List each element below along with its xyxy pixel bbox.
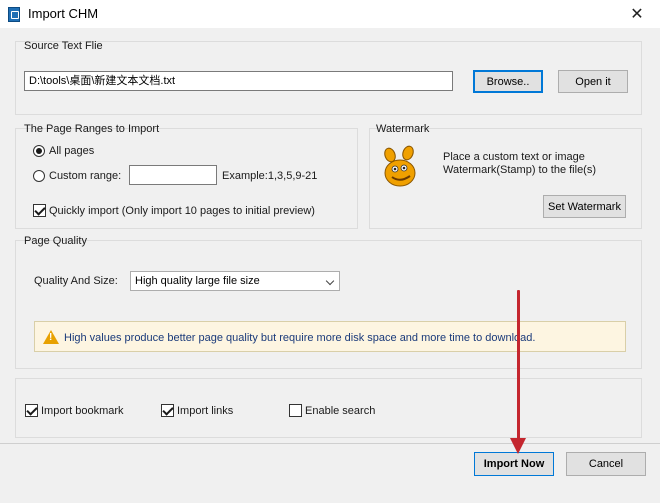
- browse-button[interactable]: Browse..: [473, 70, 543, 93]
- watermark-desc-line1: Place a custom text or image: [443, 151, 585, 163]
- all-pages-label: All pages: [49, 145, 95, 157]
- custom-range-radio[interactable]: [33, 170, 45, 182]
- example-label: Example:1,3,5,9-21: [222, 170, 318, 182]
- warning-icon: [43, 330, 59, 344]
- custom-range-input[interactable]: [129, 165, 217, 185]
- enable-search-label: Enable search: [305, 405, 376, 417]
- quality-selected-value: High quality large file size: [135, 275, 260, 287]
- cancel-button[interactable]: Cancel: [566, 452, 646, 476]
- source-panel-title: Source Text Flie: [24, 40, 103, 52]
- source-path-input[interactable]: D:\tools\桌面\新建文本文档.txt: [24, 71, 453, 91]
- quality-warning-box: High values produce better page quality …: [34, 321, 626, 352]
- import-now-button[interactable]: Import Now: [474, 452, 554, 476]
- chevron-down-icon: [325, 276, 335, 286]
- close-button[interactable]: ✕: [614, 0, 660, 28]
- set-watermark-button[interactable]: Set Watermark: [543, 195, 626, 218]
- annotation-arrow-line: [517, 290, 520, 445]
- import-links-checkbox[interactable]: [161, 404, 174, 417]
- enable-search-checkbox[interactable]: [289, 404, 302, 417]
- quality-size-label: Quality And Size:: [34, 275, 118, 287]
- watermark-desc-line2: Watermark(Stamp) to the file(s): [443, 164, 597, 176]
- all-pages-radio[interactable]: [33, 145, 45, 157]
- app-icon: [8, 7, 20, 22]
- custom-range-label: Custom range:: [49, 170, 122, 182]
- quick-import-label: Quickly import (Only import 10 pages to …: [49, 205, 315, 217]
- window-title: Import CHM: [28, 6, 99, 21]
- import-links-label: Import links: [177, 405, 234, 417]
- import-bookmark-checkbox[interactable]: [25, 404, 38, 417]
- page-ranges-title: The Page Ranges to Import: [24, 123, 160, 135]
- open-it-button[interactable]: Open it: [558, 70, 628, 93]
- footer-divider: [0, 443, 660, 444]
- watermark-title: Watermark: [376, 123, 430, 135]
- page-quality-title: Page Quality: [24, 235, 87, 247]
- quick-import-checkbox[interactable]: [33, 204, 46, 217]
- annotation-arrow-head-icon: [510, 438, 526, 454]
- gimp-icon: [384, 145, 416, 187]
- quality-warning-text: High values produce better page quality …: [64, 332, 536, 344]
- import-bookmark-label: Import bookmark: [41, 405, 124, 417]
- quality-select[interactable]: High quality large file size: [130, 271, 340, 291]
- title-bar: Import CHM ✕: [0, 0, 660, 28]
